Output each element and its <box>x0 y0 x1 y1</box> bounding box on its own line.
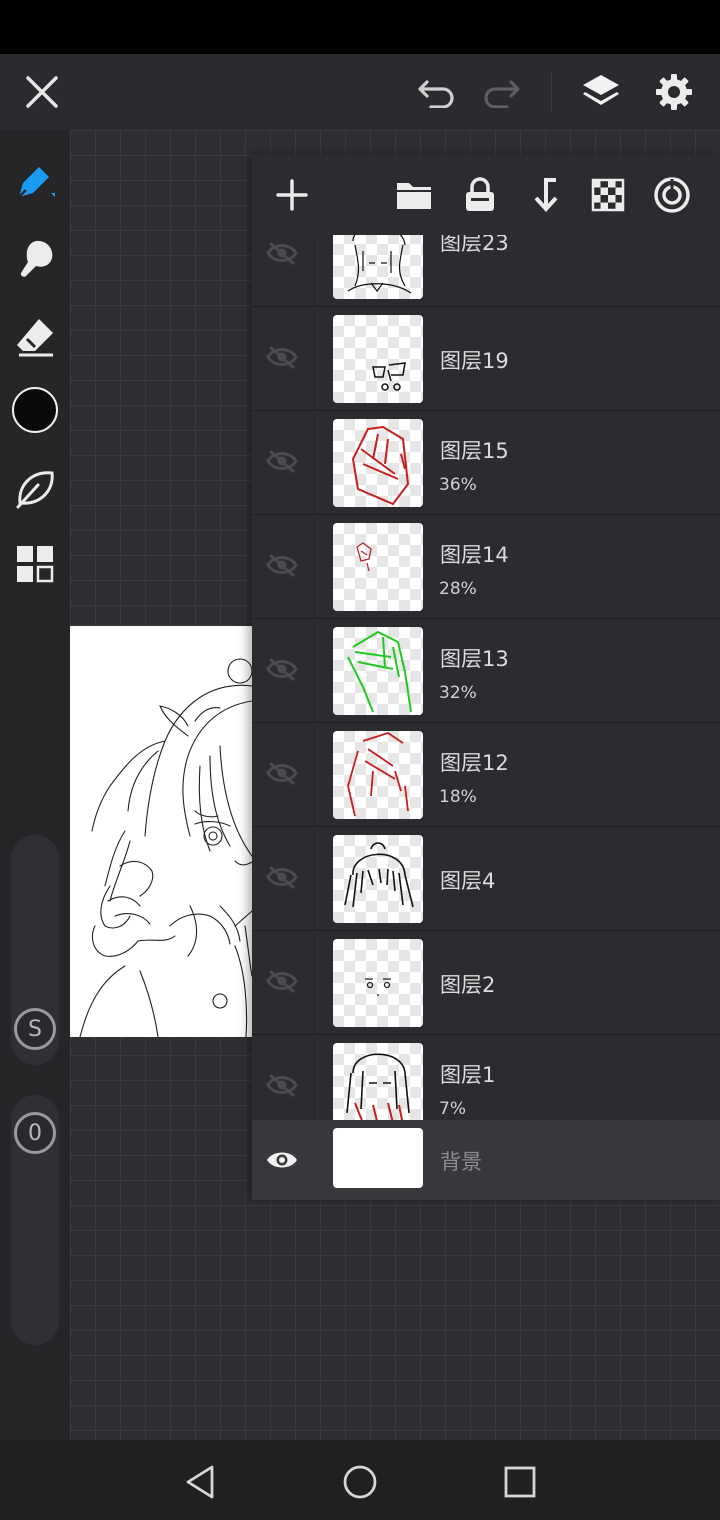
layer-panel-toolbar <box>252 155 720 235</box>
hidden-eye-icon[interactable] <box>262 857 302 897</box>
background-thumbnail <box>333 1128 423 1188</box>
eye-icon[interactable] <box>262 1140 302 1180</box>
close-icon[interactable] <box>18 68 66 116</box>
layer-opacity: 18% <box>439 787 477 807</box>
layer-opacity: 32% <box>439 683 477 703</box>
line-art-drawing <box>79 658 252 1037</box>
folder-icon[interactable] <box>390 171 438 219</box>
layer-thumbnail <box>333 235 423 299</box>
layer-thumbnail <box>333 835 423 923</box>
grid-icon[interactable] <box>8 537 62 591</box>
lock-icon[interactable] <box>456 171 504 219</box>
layer-name: 图层19 <box>440 349 509 373</box>
layer-thumbnail <box>333 523 423 611</box>
layer-row[interactable]: 图层19 <box>252 307 720 411</box>
layer-name: 图层2 <box>440 973 496 997</box>
layer-name: 图层1 <box>440 1063 496 1087</box>
hidden-eye-icon[interactable] <box>262 649 302 689</box>
opacity-knob[interactable]: 0 <box>14 1112 56 1154</box>
home-icon[interactable] <box>336 1458 384 1506</box>
hidden-eye-icon[interactable] <box>262 753 302 793</box>
top-toolbar <box>0 54 720 130</box>
eraser-icon[interactable] <box>8 310 62 364</box>
layer-row[interactable]: 图层12 18% <box>252 723 720 827</box>
status-bar <box>0 0 720 54</box>
system-navigation-bar <box>0 1440 720 1520</box>
layer-thumbnail <box>333 627 423 715</box>
back-icon[interactable] <box>176 1458 224 1506</box>
layer-panel: 图层23 图层19 图层15 36% 图层14 28% 图层13 32% 图层1… <box>252 155 720 1200</box>
leaf-icon[interactable] <box>8 461 62 515</box>
brush-size-knob[interactable]: S <box>14 1008 56 1050</box>
layer-row[interactable]: 图层14 28% <box>252 515 720 619</box>
layer-row[interactable]: 图层1 7% <box>252 1035 720 1120</box>
hidden-eye-icon[interactable] <box>262 337 302 377</box>
background-layer-row[interactable]: 背景 <box>252 1120 720 1200</box>
redo-icon[interactable] <box>477 68 525 116</box>
layer-name: 图层13 <box>440 647 509 671</box>
background-layer-name: 背景 <box>440 1150 482 1174</box>
smudge-icon[interactable] <box>8 232 62 286</box>
merge-down-icon[interactable] <box>520 171 568 219</box>
layer-opacity: 7% <box>439 1099 466 1119</box>
layer-row[interactable]: 图层15 36% <box>252 411 720 515</box>
clipping-icon[interactable] <box>648 171 696 219</box>
layer-row[interactable]: 图层13 32% <box>252 619 720 723</box>
layer-name: 图层14 <box>440 543 509 567</box>
layer-name: 图层15 <box>440 439 509 463</box>
layer-row[interactable]: 图层2 <box>252 931 720 1035</box>
layer-thumbnail <box>333 1043 423 1120</box>
color-swatch[interactable] <box>8 383 62 437</box>
artwork-canvas[interactable] <box>70 626 252 1037</box>
hidden-eye-icon[interactable] <box>262 441 302 481</box>
layer-name: 图层23 <box>440 235 509 255</box>
add-icon[interactable] <box>268 171 316 219</box>
pen-icon[interactable] <box>8 154 62 208</box>
recents-icon[interactable] <box>496 1458 544 1506</box>
layer-thumbnail <box>333 419 423 507</box>
layer-list: 图层23 图层19 图层15 36% 图层14 28% 图层13 32% 图层1… <box>252 235 720 1120</box>
toolbar-divider <box>551 72 552 112</box>
layer-thumbnail <box>333 315 423 403</box>
layer-opacity: 28% <box>439 579 477 599</box>
layer-thumbnail <box>333 731 423 819</box>
transparency-icon[interactable] <box>584 171 632 219</box>
hidden-eye-icon[interactable] <box>262 235 302 273</box>
layers-icon[interactable] <box>577 68 625 116</box>
layer-name: 图层12 <box>440 751 509 775</box>
hidden-eye-icon[interactable] <box>262 545 302 585</box>
layer-row[interactable]: 图层23 <box>252 235 720 307</box>
hidden-eye-icon[interactable] <box>262 1065 302 1105</box>
settings-icon[interactable] <box>650 68 698 116</box>
layer-thumbnail <box>333 939 423 1027</box>
layer-opacity: 36% <box>439 475 477 495</box>
undo-icon[interactable] <box>413 68 461 116</box>
layer-row[interactable]: 图层4 <box>252 827 720 931</box>
hidden-eye-icon[interactable] <box>262 961 302 1001</box>
layer-name: 图层4 <box>440 869 496 893</box>
